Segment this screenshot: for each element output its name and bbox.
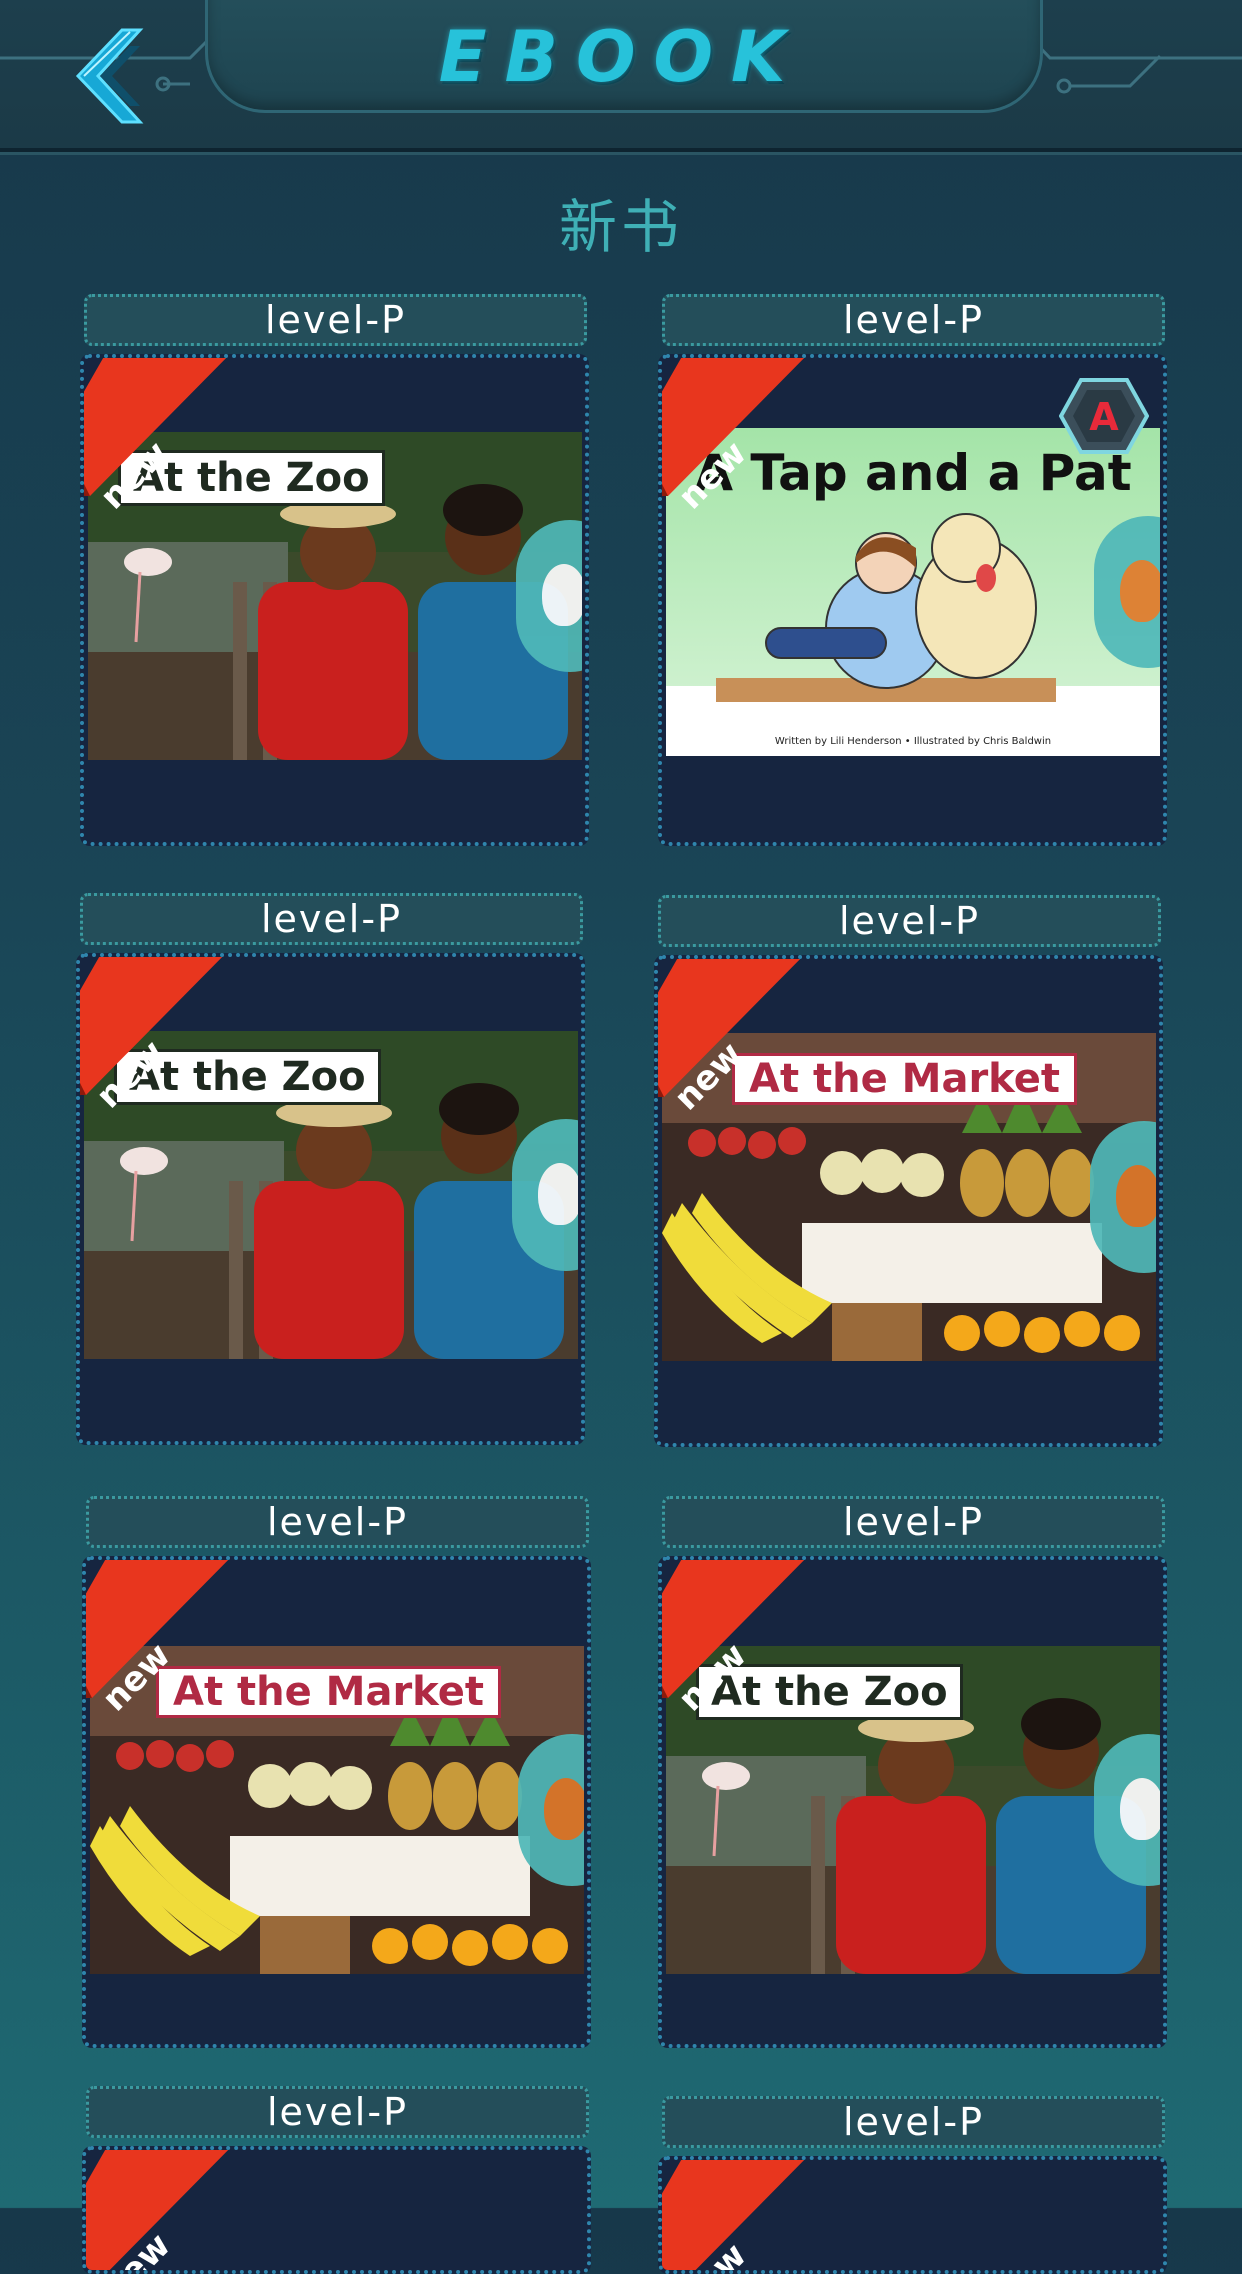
new-ribbon-icon: new: [86, 2150, 229, 2270]
book-card[interactable]: level-P At the Market new: [654, 895, 1163, 1447]
listen-button[interactable]: [516, 520, 582, 672]
book-cover-button[interactable]: new: [82, 2146, 591, 2274]
section-title: 新书: [558, 193, 683, 261]
level-label: level-P: [86, 1496, 589, 1548]
new-ribbon-icon: new: [84, 358, 227, 514]
book-card[interactable]: level-P A Tap and a Pat Written by Lili …: [658, 294, 1167, 846]
book-cover-button[interactable]: At the Market new: [82, 1556, 591, 2048]
book-card[interactable]: level-P At the Zoo new: [76, 893, 585, 1445]
ear-icon: [1116, 1165, 1156, 1227]
level-a-badge-icon: A: [1059, 378, 1149, 454]
chevron-left-icon: [75, 28, 144, 124]
cover-credits: Written by Lili Henderson • Illustrated …: [774, 736, 1052, 747]
new-ribbon-icon: new: [658, 959, 801, 1115]
book-cover-button[interactable]: At the Zoo new: [76, 953, 585, 1445]
level-label: level-P: [84, 294, 587, 346]
book-cover-button[interactable]: At the Zoo new: [80, 354, 589, 846]
back-button[interactable]: [70, 26, 170, 126]
listen-button[interactable]: [518, 1734, 584, 1886]
book-card[interactable]: level-P At the Market new: [82, 1496, 591, 2048]
level-label: level-P: [662, 294, 1165, 346]
level-label: level-P: [86, 2086, 589, 2138]
ear-icon: [1120, 1778, 1160, 1840]
level-label: level-P: [80, 893, 583, 945]
new-ribbon-icon: new: [80, 957, 223, 1113]
new-ribbon-icon: new: [662, 2160, 805, 2270]
top-bar: EBOOK: [0, 0, 1242, 152]
ear-icon: [1120, 560, 1160, 622]
book-card[interactable]: level-P new: [82, 2086, 591, 2274]
listen-button[interactable]: [1094, 1734, 1160, 1886]
book-cover-button[interactable]: new: [658, 2156, 1167, 2274]
book-card[interactable]: level-P At the Zoo new: [80, 294, 589, 846]
listen-button[interactable]: [512, 1119, 578, 1271]
new-ribbon-icon: new: [86, 1560, 229, 1716]
book-card[interactable]: level-P new: [658, 2096, 1167, 2274]
level-letter: A: [1089, 395, 1119, 439]
ear-icon: [544, 1778, 584, 1840]
level-label: level-P: [662, 2096, 1165, 2148]
book-cover-button[interactable]: At the Market new: [654, 955, 1163, 1447]
book-cover-button[interactable]: A Tap and a Pat Written by Lili Henderso…: [658, 354, 1167, 846]
level-label: level-P: [662, 1496, 1165, 1548]
new-ribbon-icon: new: [662, 358, 805, 514]
listen-button[interactable]: [1090, 1121, 1156, 1273]
ear-icon: [538, 1163, 578, 1225]
listen-button[interactable]: [1094, 516, 1160, 668]
app-title: EBOOK: [438, 16, 804, 98]
ear-icon: [542, 564, 582, 626]
book-cover-button[interactable]: At the Zoo new: [658, 1556, 1167, 2048]
new-ribbon-icon: new: [662, 1560, 805, 1716]
level-label: level-P: [658, 895, 1161, 947]
book-card[interactable]: level-P At the Zoo new: [658, 1496, 1167, 2048]
